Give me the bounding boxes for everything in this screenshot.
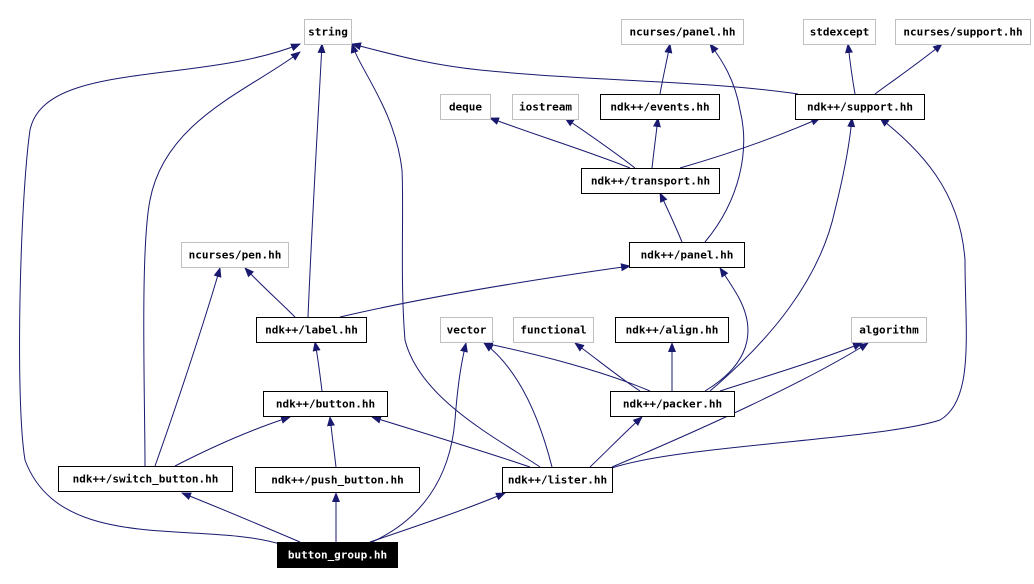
edge-button_group-to-switch_button [181, 492, 301, 543]
node-label: ndk++/button.hh [276, 398, 375, 411]
edge-transport-to-deque [489, 117, 631, 169]
node-label: ndk++/lister.hh [508, 474, 607, 487]
node-label: vector [447, 324, 487, 337]
edge-lister-to-vector [483, 342, 553, 468]
edge-transport-to-support [679, 117, 821, 169]
node-deque: deque [440, 94, 491, 120]
edge-panel-to-ncurses_panel [704, 43, 745, 243]
node-label: ncurses/pen.hh [189, 249, 282, 262]
node-switch-button[interactable]: ndk++/switch_button.hh [58, 466, 233, 492]
node-label: deque [449, 101, 482, 114]
node-push-button[interactable]: ndk++/push_button.hh [255, 467, 420, 493]
edge-support-to-stdexcept [845, 43, 856, 95]
edge-lister-to-button [371, 415, 531, 468]
node-lister[interactable]: ndk++/lister.hh [502, 467, 613, 493]
node-label: button_group.hh [288, 549, 387, 562]
node-label: ndk++/align.hh [626, 324, 719, 337]
node-packer[interactable]: ndk++/packer.hh [610, 391, 735, 417]
node-algorithm: algorithm [851, 317, 927, 343]
edge-lister-to-packer [589, 416, 643, 468]
edge-packer-to-functional [574, 342, 641, 392]
node-button[interactable]: ndk++/button.hh [263, 391, 388, 417]
node-label: ndk++/support.hh [807, 101, 913, 114]
edge-switch_button-to-pen [154, 267, 222, 467]
edge-button_group-to-vector [371, 342, 468, 543]
node-support[interactable]: ndk++/support.hh [795, 94, 925, 120]
edge-support-to-string [351, 42, 799, 95]
edge-panel-to-transport [659, 192, 683, 243]
node-vector: vector [440, 317, 493, 343]
edge-transport-to-events [651, 117, 661, 169]
edge-button-to-label [312, 341, 323, 392]
node-ncurses-support: ncurses/support.hh [895, 19, 1031, 45]
node-transport[interactable]: ndk++/transport.hh [581, 168, 720, 194]
node-label: ndk++/transport.hh [591, 175, 710, 188]
node-events[interactable]: ndk++/events.hh [600, 94, 720, 120]
edge-transport-to-iostream [564, 117, 636, 169]
edge-events-to-ncurses_panel [659, 43, 673, 95]
node-label: string [308, 26, 348, 39]
node-label: ndk++/events.hh [610, 101, 709, 114]
node-string: string [304, 19, 352, 45]
node-label: ncurses/support.hh [903, 26, 1022, 39]
edge-packer-to-algorithm [719, 342, 863, 392]
edge-packer-to-vector [483, 340, 651, 392]
node-functional: functional [513, 317, 594, 343]
node-label: ndk++/switch_button.hh [73, 473, 219, 486]
node-button-group[interactable]: button_group.hh [277, 542, 398, 568]
node-stdexcept: stdexcept [803, 19, 876, 45]
node-pen: ncurses/pen.hh [181, 242, 289, 268]
edge-button_group-to-lister [369, 492, 506, 543]
node-ncurses-panel: ncurses/panel.hh [621, 19, 744, 45]
node-label: ndk++/push_button.hh [271, 474, 403, 487]
node-panel[interactable]: ndk++/panel.hh [629, 242, 745, 268]
edge-label-to-string [307, 43, 326, 318]
edge-label-to-panel [339, 263, 631, 318]
node-label: functional [520, 324, 586, 337]
node-label: stdexcept [810, 26, 870, 39]
node-label: ndk++/label.hh [265, 324, 358, 337]
include-dependency-graph: string ncurses/panel.hh stdexcept ncurses/s… [19, 19, 1031, 568]
node-label: ndk++/packer.hh [623, 398, 722, 411]
node-label: iostream [519, 101, 572, 114]
edge-label-to-pen [244, 267, 296, 318]
node-label: ndk++/panel.hh [641, 249, 734, 262]
node-align[interactable]: ndk++/align.hh [615, 317, 729, 343]
node-label: algorithm [859, 324, 919, 337]
node-label: ncurses/panel.hh [630, 26, 736, 39]
edge-push_button-to-button [327, 416, 337, 468]
edge-support-to-ncurses_support [874, 43, 943, 95]
node-iostream: iostream [512, 94, 579, 120]
edge-switch_button-to-button [174, 415, 291, 467]
node-label[interactable]: ndk++/label.hh [256, 317, 367, 343]
